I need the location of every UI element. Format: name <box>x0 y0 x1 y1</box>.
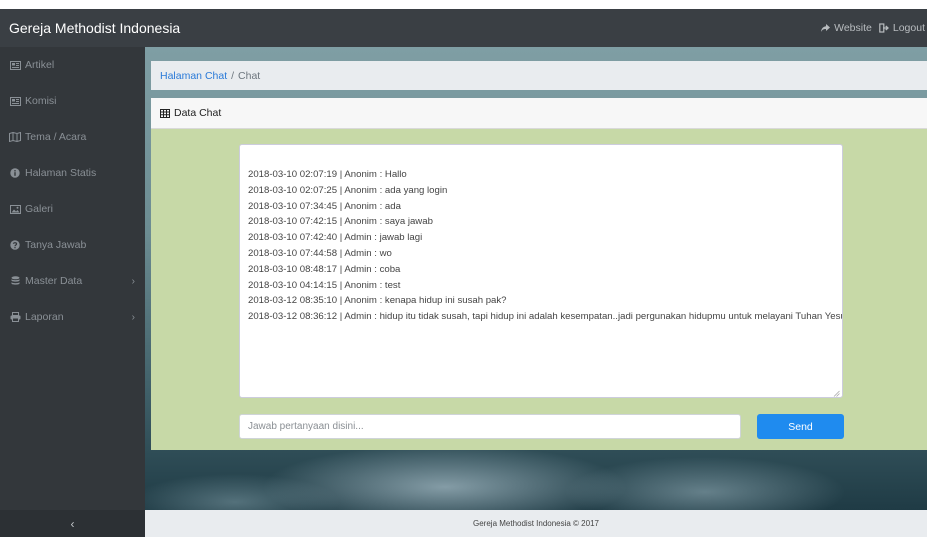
sidebar-toggle-button[interactable]: ‹ <box>0 510 145 537</box>
card-header: Data Chat <box>151 98 927 129</box>
sidebar-item-label: Artikel <box>25 59 55 71</box>
brand-title[interactable]: Gereja Methodist Indonesia <box>0 20 180 36</box>
sidebar: Artikel Komisi Tema / Acara Halaman Stat… <box>0 47 145 510</box>
chat-message: 2018-03-10 07:42:15 | Anonim : saya jawa… <box>248 216 433 228</box>
footer-text: Gereja Methodist Indonesia © 2017 <box>473 519 599 528</box>
sidebar-item-artikel[interactable]: Artikel <box>0 47 145 83</box>
sidebar-item-label: Tema / Acara <box>25 131 87 143</box>
sidebar-item-galeri[interactable]: Galeri <box>0 191 145 227</box>
logout-label: Logout <box>892 22 925 34</box>
chat-message: 2018-03-10 02:07:25 | Anonim : ada yang … <box>248 184 448 196</box>
main-content: Halaman Chat / Chat Data Chat 2018-03-10… <box>145 47 927 510</box>
chevron-right-icon: › <box>131 276 135 287</box>
sidebar-item-label: Komisi <box>25 95 57 107</box>
footer: Gereja Methodist Indonesia © 2017 <box>145 510 927 537</box>
sidebar-item-label: Halaman Statis <box>25 167 97 179</box>
answer-input[interactable] <box>239 414 741 439</box>
sidebar-item-label: Master Data <box>25 275 83 287</box>
chat-message: 2018-03-10 02:07:19 | Anonim : Hallo <box>248 169 407 180</box>
image-icon <box>9 203 21 215</box>
chat-message: 2018-03-10 07:42:40 | Admin : jawab lagi <box>248 232 423 244</box>
sidebar-item-label: Laporan <box>25 311 64 323</box>
print-icon <box>9 311 21 323</box>
question-circle-icon <box>9 239 21 251</box>
card-title: Data Chat <box>174 107 222 119</box>
send-button[interactable]: Send <box>757 414 844 439</box>
breadcrumb-link-halaman-chat[interactable]: Halaman Chat <box>160 70 227 82</box>
top-strip <box>0 0 927 9</box>
database-icon <box>9 275 21 287</box>
breadcrumb: Halaman Chat / Chat <box>151 61 927 90</box>
sidebar-item-label: Tanya Jawab <box>25 239 87 251</box>
sidebar-item-komisi[interactable]: Komisi <box>0 83 145 119</box>
breadcrumb-current: Chat <box>238 69 261 82</box>
chat-message: 2018-03-12 08:35:10 | Anonim : kenapa hi… <box>248 295 507 307</box>
sidebar-item-label: Galeri <box>25 203 54 215</box>
newspaper-icon <box>9 59 21 71</box>
sidebar-item-master-data[interactable]: Master Data › <box>0 263 145 299</box>
chevron-right-icon: › <box>131 312 135 323</box>
map-icon <box>9 131 21 143</box>
chat-log[interactable]: 2018-03-10 02:07:19 | Anonim : Hallo 201… <box>239 144 843 398</box>
sidebar-item-halaman-statis[interactable]: Halaman Statis <box>0 155 145 191</box>
chat-message: 2018-03-10 07:44:58 | Admin : wo <box>248 247 392 259</box>
chat-message: 2018-03-10 08:48:17 | Admin : coba <box>248 263 401 275</box>
sidebar-item-tanya-jawab[interactable]: Tanya Jawab <box>0 227 145 263</box>
sidebar-item-tema-acara[interactable]: Tema / Acara <box>0 119 145 155</box>
chat-message: 2018-03-10 04:14:15 | Anonim : test <box>248 279 401 291</box>
sidebar-item-laporan[interactable]: Laporan › <box>0 299 145 335</box>
navbar-right: Website Logout <box>820 22 927 34</box>
breadcrumb-separator: / <box>231 69 235 82</box>
resize-handle-icon[interactable] <box>833 388 840 397</box>
newspaper-icon <box>9 95 21 107</box>
info-circle-icon <box>9 167 21 179</box>
chat-message: 2018-03-12 08:36:12 | Admin : hidup itu … <box>248 311 843 323</box>
navbar: Gereja Methodist Indonesia Website Logou… <box>0 9 927 47</box>
sign-out-icon <box>879 23 890 33</box>
website-link[interactable]: Website <box>820 22 872 34</box>
card-body: 2018-03-10 02:07:19 | Anonim : Hallo 201… <box>151 129 927 450</box>
logout-link[interactable]: Logout <box>879 22 925 34</box>
table-icon <box>160 108 170 118</box>
chat-message: 2018-03-10 07:34:45 | Anonim : ada <box>248 200 401 212</box>
chevron-left-icon: ‹ <box>70 516 75 531</box>
website-label: Website <box>834 22 872 34</box>
share-icon <box>820 23 831 33</box>
